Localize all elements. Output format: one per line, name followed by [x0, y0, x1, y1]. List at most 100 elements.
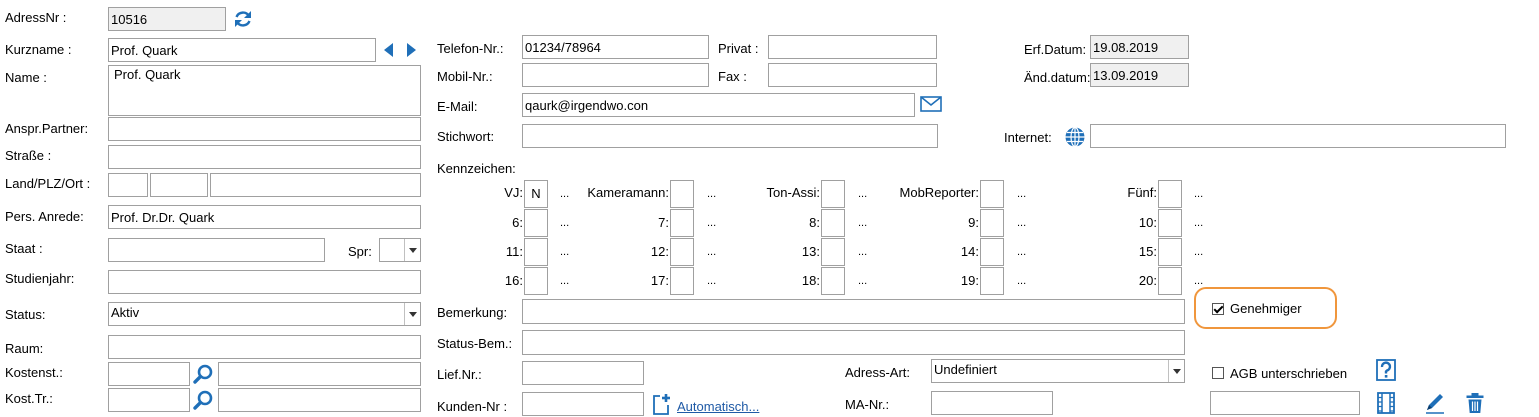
- kosttr-name-field[interactable]: [218, 388, 421, 412]
- email-field[interactable]: [522, 93, 915, 117]
- kundennr-label: Kunden-Nr :: [437, 399, 508, 414]
- globe-icon[interactable]: [1064, 126, 1086, 148]
- email-label: E-Mail:: [437, 99, 478, 114]
- staat-field[interactable]: [108, 238, 325, 262]
- adressnr-label: AdressNr :: [5, 10, 67, 25]
- kz-dots[interactable]: ...: [1017, 188, 1026, 200]
- plz-field[interactable]: [150, 173, 208, 197]
- adressnr-field[interactable]: [108, 7, 226, 31]
- kz-box-12[interactable]: [670, 238, 694, 266]
- kennzeichen-title: Kennzeichen:: [437, 161, 516, 176]
- genehmiger-label[interactable]: Genehmiger: [1230, 301, 1302, 317]
- mail-icon[interactable]: [920, 96, 942, 112]
- help-icon[interactable]: [1376, 359, 1396, 381]
- kosttr-field[interactable]: [108, 388, 190, 412]
- status-label: Status:: [5, 307, 46, 322]
- search-icon[interactable]: [193, 389, 215, 411]
- spr-select[interactable]: [379, 238, 421, 262]
- kurzname-field[interactable]: [108, 38, 376, 62]
- adressart-select[interactable]: Undefiniert: [931, 359, 1185, 383]
- edit-icon[interactable]: [1423, 391, 1447, 415]
- trash-icon[interactable]: [1465, 392, 1485, 414]
- kz-box-7[interactable]: [670, 209, 694, 237]
- kz-box-9[interactable]: [980, 209, 1004, 237]
- mobil-field[interactable]: [522, 63, 709, 87]
- add-document-icon[interactable]: [652, 393, 672, 415]
- raum-field[interactable]: [108, 335, 421, 359]
- agb-label[interactable]: AGB unterschrieben: [1230, 366, 1347, 382]
- bottom-right-field[interactable]: [1210, 391, 1360, 415]
- kz-dots[interactable]: ...: [707, 217, 716, 229]
- automatisch-link[interactable]: Automatisch...: [677, 399, 759, 415]
- refresh-icon[interactable]: [232, 8, 254, 30]
- kz-box-vj[interactable]: N: [524, 180, 548, 208]
- kz-dots[interactable]: ...: [707, 246, 716, 258]
- kundennr-field[interactable]: [522, 392, 644, 416]
- kz-dots[interactable]: ...: [707, 188, 716, 200]
- kz-label-fuenf: Fünf:: [1127, 185, 1157, 200]
- privat-field[interactable]: [768, 35, 937, 59]
- strasse-field[interactable]: [108, 145, 421, 169]
- kz-label-13: 13:: [801, 244, 820, 259]
- kz-box-17[interactable]: [670, 267, 694, 295]
- erf-field[interactable]: [1090, 35, 1189, 59]
- kz-box-tonassi[interactable]: [821, 180, 845, 208]
- studienjahr-field[interactable]: [108, 270, 421, 294]
- kz-box-11[interactable]: [524, 238, 548, 266]
- kz-dots[interactable]: ...: [1194, 275, 1203, 287]
- chevron-down-icon[interactable]: [1168, 360, 1184, 382]
- ort-field[interactable]: [210, 173, 421, 197]
- status-select[interactable]: Aktiv: [108, 302, 421, 326]
- chevron-down-icon[interactable]: [404, 239, 420, 261]
- agb-checkbox[interactable]: [1212, 367, 1224, 379]
- liefnr-field[interactable]: [522, 361, 644, 385]
- kz-label-kameramann: Kameramann:: [587, 185, 669, 200]
- land-field[interactable]: [108, 173, 148, 197]
- anrede-field[interactable]: [108, 205, 421, 229]
- adressart-label: Adress-Art:: [845, 365, 911, 380]
- kz-label-11: 11:: [505, 244, 523, 259]
- aend-field[interactable]: [1090, 63, 1189, 87]
- kz-box-19[interactable]: [980, 267, 1004, 295]
- adressart-value: Undefiniert: [934, 362, 997, 377]
- kz-dots[interactable]: ...: [1017, 217, 1026, 229]
- kostenst-field[interactable]: [108, 362, 190, 386]
- manr-field[interactable]: [931, 391, 1053, 415]
- fax-field[interactable]: [768, 63, 937, 87]
- ansprech-field[interactable]: [108, 117, 421, 141]
- chevron-down-icon[interactable]: [404, 303, 420, 325]
- kostenst-name-field[interactable]: [218, 362, 421, 386]
- bemerkung-field[interactable]: [522, 299, 1185, 324]
- kz-box-fuenf[interactable]: [1158, 180, 1182, 208]
- statusbem-field[interactable]: [522, 330, 1185, 355]
- telefon-field[interactable]: [522, 35, 709, 59]
- kz-box-8[interactable]: [821, 209, 845, 237]
- kz-dots[interactable]: ...: [1017, 275, 1026, 287]
- kz-box-14[interactable]: [980, 238, 1004, 266]
- name-label: Name :: [5, 70, 47, 85]
- kz-box-6[interactable]: [524, 209, 548, 237]
- kz-dots[interactable]: ...: [707, 275, 716, 287]
- arrow-right-icon[interactable]: [406, 43, 416, 57]
- search-icon[interactable]: [193, 363, 215, 385]
- kz-dots[interactable]: ...: [1194, 188, 1203, 200]
- kz-label-16: 16:: [504, 273, 523, 288]
- genehmiger-checkbox[interactable]: [1212, 303, 1224, 315]
- kz-box-mobreporter[interactable]: [980, 180, 1004, 208]
- kz-box-18[interactable]: [821, 267, 845, 295]
- kz-box-10[interactable]: [1158, 209, 1182, 237]
- kz-dots[interactable]: ...: [1194, 246, 1203, 258]
- arrow-left-icon[interactable]: [384, 43, 394, 57]
- kz-dots[interactable]: ...: [1194, 217, 1203, 229]
- kz-box-16[interactable]: [524, 267, 548, 295]
- kz-box-20[interactable]: [1158, 267, 1182, 295]
- internet-field[interactable]: [1090, 124, 1506, 148]
- kz-dots[interactable]: ...: [1017, 246, 1026, 258]
- kz-label-10: 10:: [1138, 215, 1157, 230]
- name-field[interactable]: Prof. Quark: [108, 65, 421, 116]
- kz-box-13[interactable]: [821, 238, 845, 266]
- kz-box-kameramann[interactable]: [670, 180, 694, 208]
- film-icon[interactable]: [1376, 392, 1396, 414]
- kz-box-15[interactable]: [1158, 238, 1182, 266]
- stichwort-field[interactable]: [522, 124, 938, 148]
